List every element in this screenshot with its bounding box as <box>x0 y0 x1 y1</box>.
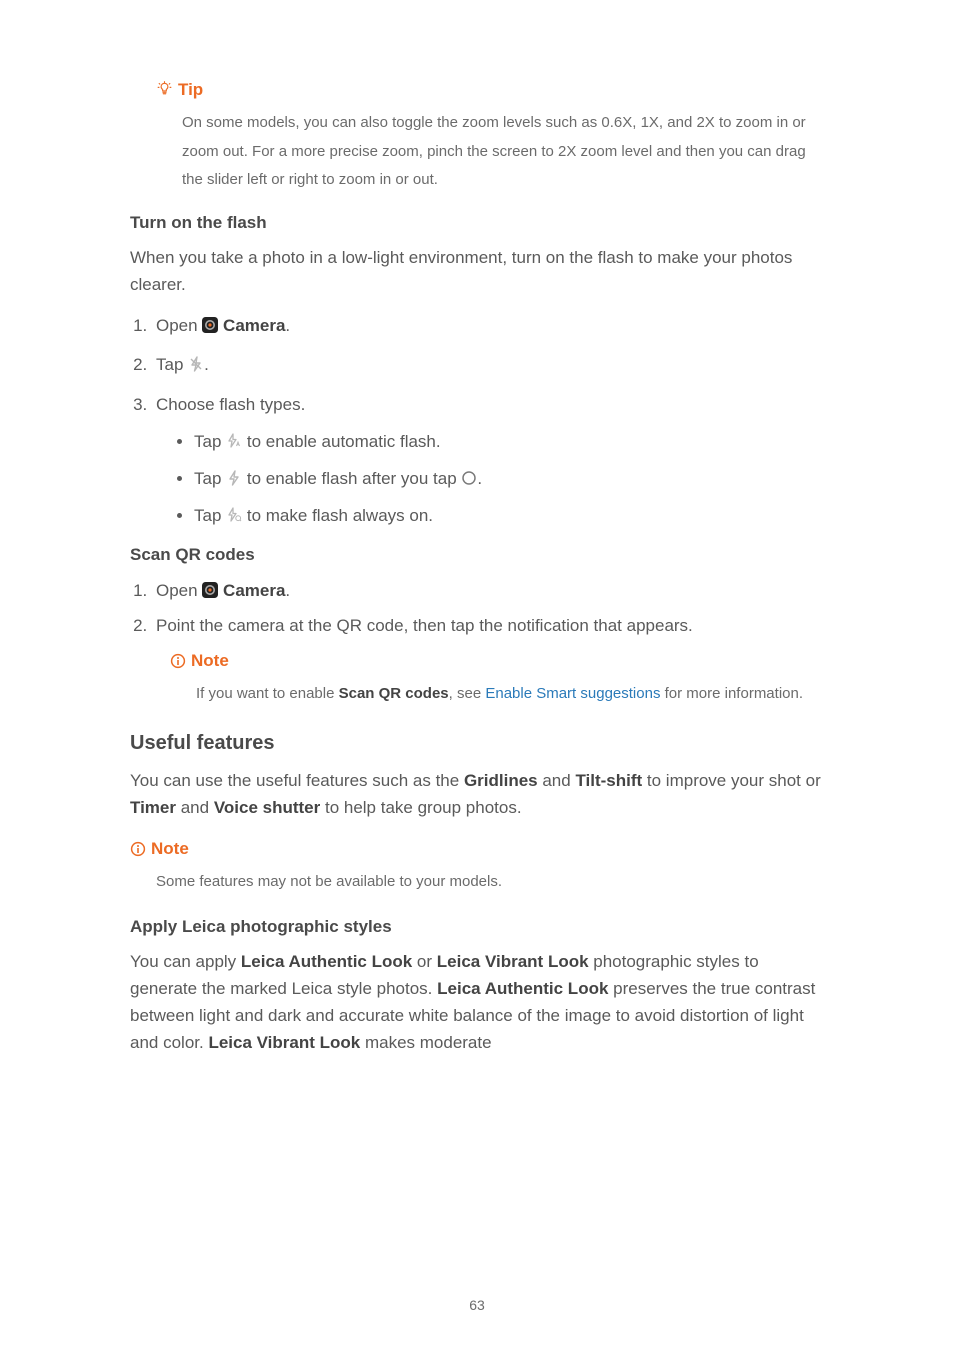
heading-turn-on-flash: Turn on the flash <box>130 209 824 236</box>
flash-bullet-on: Tap to enable flash after you tap . <box>194 465 824 492</box>
heading-leica: Apply Leica photographic styles <box>130 913 824 940</box>
flash-step-2: Tap . <box>152 351 824 378</box>
camera-app-icon <box>202 582 218 598</box>
tip-label: Tip <box>178 76 203 103</box>
qr-note-body: If you want to enable Scan QR codes, see… <box>130 680 824 709</box>
shutter-icon <box>461 470 477 486</box>
qr-step-2: Point the camera at the QR code, then ta… <box>152 612 824 639</box>
flash-on-icon <box>226 470 242 486</box>
flash-intro: When you take a photo in a low-light env… <box>130 244 824 298</box>
qr-step-1: Open Camera. <box>152 577 824 604</box>
flash-step-3: Choose flash types. Tap to enable automa… <box>152 391 824 530</box>
info-icon <box>170 653 186 669</box>
leica-para: You can apply Leica Authentic Look or Le… <box>130 948 824 1057</box>
flash-auto-icon <box>226 433 242 449</box>
useful-note-label: Note <box>151 835 189 862</box>
qr-note-label: Note <box>191 647 229 674</box>
link-enable-smart-suggestions[interactable]: Enable Smart suggestions <box>485 685 660 702</box>
heading-useful-features: Useful features <box>130 727 824 759</box>
qr-note-heading: Note <box>170 647 824 674</box>
flash-off-icon <box>188 356 204 372</box>
useful-note-heading: Note <box>130 835 824 862</box>
flash-bullet-auto: Tap to enable automatic flash. <box>194 428 824 455</box>
useful-note-body: Some features may not be available to yo… <box>130 868 824 897</box>
camera-app-icon <box>202 317 218 333</box>
tip-heading: Tip <box>156 76 824 103</box>
heading-scan-qr: Scan QR codes <box>130 541 824 568</box>
flash-always-icon <box>226 507 242 523</box>
tip-body: On some models, you can also toggle the … <box>130 109 824 195</box>
page-number: 63 <box>0 1294 954 1316</box>
flash-step-1: Open Camera. <box>152 312 824 339</box>
useful-features-para: You can use the useful features such as … <box>130 767 824 821</box>
info-icon <box>130 841 146 857</box>
lightbulb-icon <box>156 81 173 98</box>
flash-bullet-always: Tap to make flash always on. <box>194 502 824 529</box>
